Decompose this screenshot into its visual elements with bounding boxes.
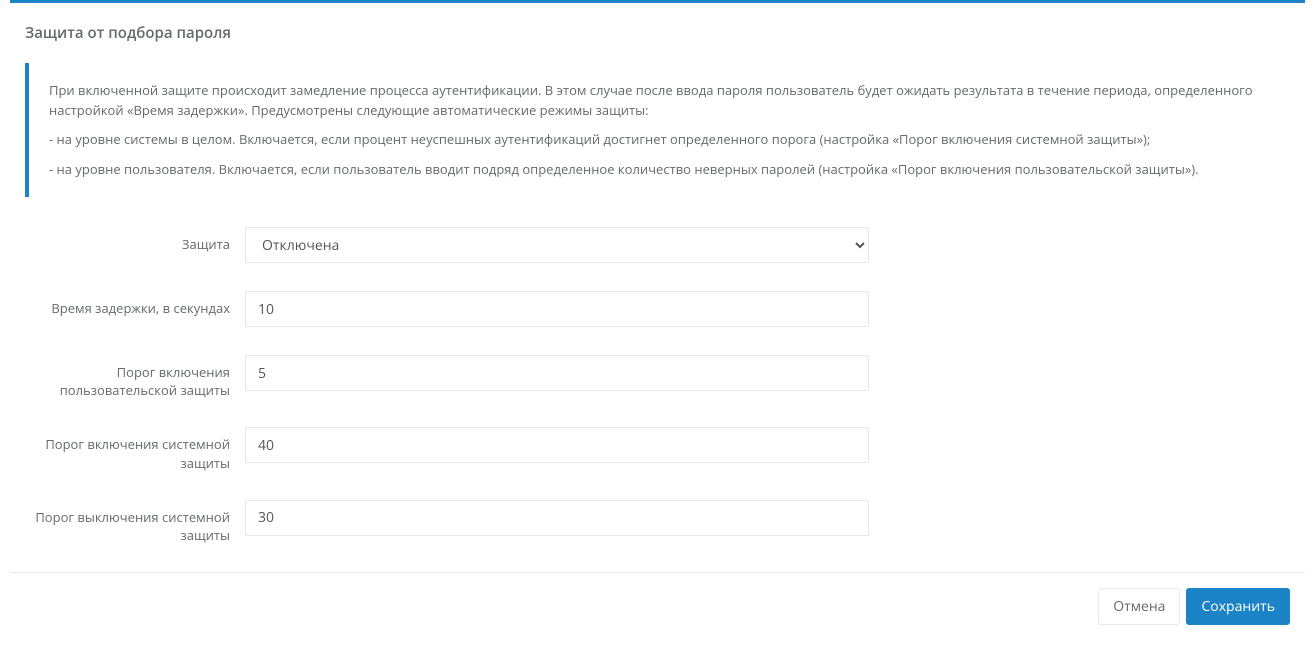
cancel-button[interactable]: Отмена bbox=[1098, 588, 1180, 625]
system-off-threshold-label: Порог выключения системной защиты bbox=[25, 500, 245, 544]
user-threshold-input[interactable] bbox=[245, 355, 869, 391]
delay-label: Время задержки, в секундах bbox=[25, 291, 245, 317]
user-threshold-label: Порог включения пользовательской защиты bbox=[25, 355, 245, 399]
panel-body: Защита от подбора пароля При включенной … bbox=[10, 3, 1305, 544]
protection-label: Защита bbox=[25, 227, 245, 253]
protection-select[interactable]: Отключена bbox=[245, 227, 869, 263]
section-title: Защита от подбора пароля bbox=[25, 23, 1290, 43]
info-paragraph-3: - на уровне пользователя. Включается, ес… bbox=[49, 160, 1270, 180]
form-row-system-on-threshold: Порог включения системной защиты bbox=[25, 427, 1290, 471]
form-row-system-off-threshold: Порог выключения системной защиты bbox=[25, 500, 1290, 544]
info-paragraph-1: При включенной защите происходит замедле… bbox=[49, 81, 1270, 120]
system-on-threshold-input[interactable] bbox=[245, 427, 869, 463]
footer-bar: Отмена Сохранить bbox=[10, 572, 1305, 640]
system-off-threshold-input[interactable] bbox=[245, 500, 869, 536]
delay-input[interactable] bbox=[245, 291, 869, 327]
brute-force-protection-panel: Защита от подбора пароля При включенной … bbox=[10, 0, 1305, 544]
form-row-delay: Время задержки, в секундах bbox=[25, 291, 1290, 327]
form-row-user-threshold: Порог включения пользовательской защиты bbox=[25, 355, 1290, 399]
save-button[interactable]: Сохранить bbox=[1186, 588, 1290, 625]
form-row-protection: Защита Отключена bbox=[25, 227, 1290, 263]
info-paragraph-2: - на уровне системы в целом. Включается,… bbox=[49, 130, 1270, 150]
info-block: При включенной защите происходит замедле… bbox=[25, 63, 1290, 197]
system-on-threshold-label: Порог включения системной защиты bbox=[25, 427, 245, 471]
